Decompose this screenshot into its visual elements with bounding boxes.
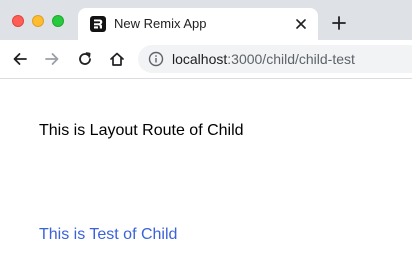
window-zoom-button[interactable] xyxy=(52,15,64,27)
home-icon[interactable] xyxy=(107,49,127,69)
window-close-button[interactable] xyxy=(12,15,24,27)
plus-icon[interactable] xyxy=(329,13,349,33)
browser-toolbar: localhost:3000/child/child-test xyxy=(0,40,412,79)
info-icon[interactable] xyxy=(148,51,164,67)
arrow-left-icon[interactable] xyxy=(10,49,30,69)
tab-title: New Remix App xyxy=(114,16,207,31)
reload-icon[interactable] xyxy=(75,49,95,69)
remix-logo-icon xyxy=(90,16,106,32)
layout-route-text: This is Layout Route of Child xyxy=(39,122,244,139)
arrow-right-icon[interactable] xyxy=(42,49,62,69)
browser-tab[interactable]: New Remix App xyxy=(78,8,318,40)
child-route-text: This is Test of Child xyxy=(39,226,178,243)
window-minimize-button[interactable] xyxy=(32,15,44,27)
url-host: localhost xyxy=(172,51,228,67)
close-icon[interactable] xyxy=(292,15,310,33)
browser-title-bar: New Remix App xyxy=(0,0,412,40)
page-content: This is Layout Route of Child This is Te… xyxy=(0,79,412,278)
url-text: localhost:3000/child/child-test xyxy=(172,51,355,67)
url-path: :3000/child/child-test xyxy=(227,51,355,67)
address-bar[interactable]: localhost:3000/child/child-test xyxy=(138,45,412,73)
